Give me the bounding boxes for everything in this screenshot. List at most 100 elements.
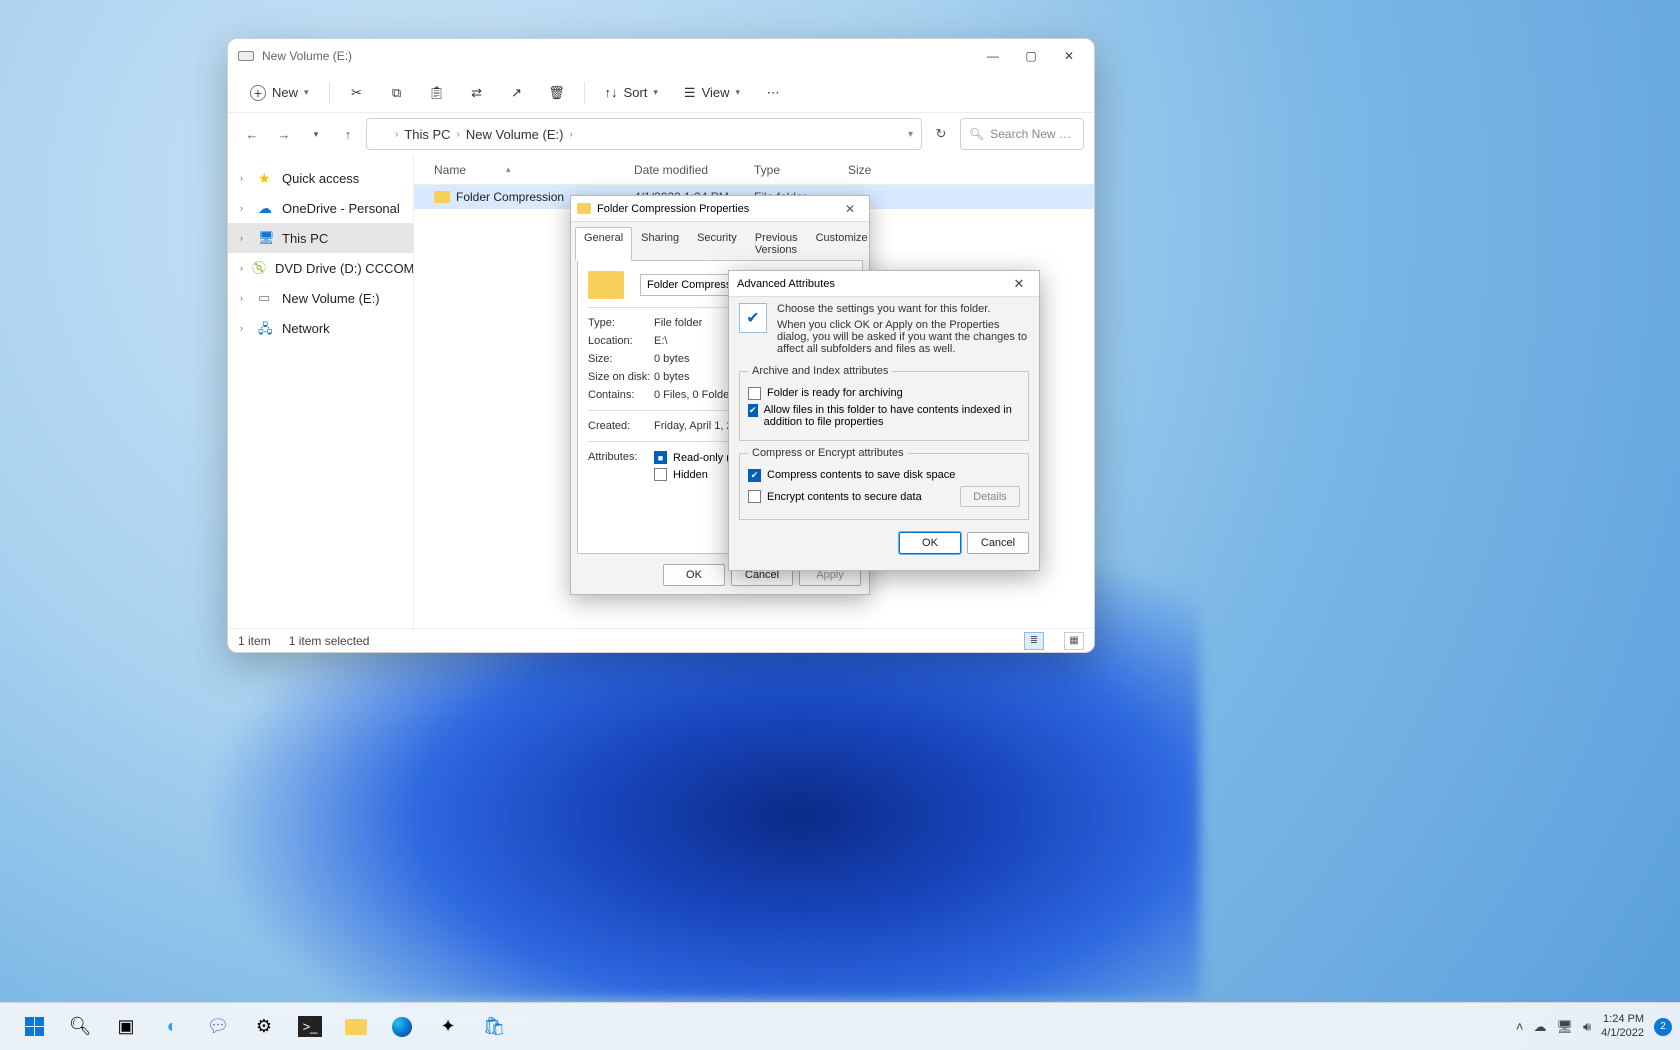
ok-button[interactable]: OK [663, 564, 725, 586]
notification-badge[interactable]: 2 [1654, 1018, 1672, 1036]
breadcrumb-this-pc[interactable]: This PC [404, 127, 450, 142]
label-contains: Contains: [588, 389, 654, 401]
hidden-checkbox[interactable] [654, 468, 667, 481]
sidebar-item-this-pc[interactable]: ›🖥︎This PC [228, 223, 413, 253]
volume-tray-icon[interactable]: 🔊︎ [1583, 1019, 1591, 1035]
sidebar-item-label: Quick access [282, 171, 359, 186]
sidebar-item-new-volume[interactable]: ›▭New Volume (E:) [228, 283, 413, 313]
column-type[interactable]: Type [754, 163, 848, 177]
column-size[interactable]: Size [848, 163, 908, 177]
tab-sharing[interactable]: Sharing [632, 227, 688, 261]
indexing-checkbox[interactable]: ✔ [748, 404, 758, 417]
minimize-button[interactable]: — [974, 42, 1012, 70]
pc-icon: 🖥︎ [258, 230, 274, 246]
advanced-attributes-dialog: Advanced Attributes ✕ ✔ Choose the setti… [728, 270, 1040, 571]
breadcrumb-current[interactable]: New Volume (E:) [466, 127, 564, 142]
properties-titlebar: Folder Compression Properties ✕ [571, 196, 869, 222]
refresh-button[interactable]: ↻ [926, 118, 956, 150]
recent-dropdown[interactable]: ▾ [302, 120, 330, 148]
compress-checkbox[interactable]: ✔ [748, 469, 761, 482]
up-button[interactable]: ↑ [334, 120, 362, 148]
tab-security[interactable]: Security [688, 227, 746, 261]
view-icon: ☰ [684, 85, 696, 101]
encrypt-label: Encrypt contents to secure data [767, 491, 960, 503]
sidebar-item-network[interactable]: ›🖧︎Network [228, 313, 413, 343]
sidebar-item-dvd[interactable]: ›💿︎DVD Drive (D:) CCCOMA_X64FR [228, 253, 413, 283]
properties-title: Folder Compression Properties [597, 203, 837, 215]
label-type: Type: [588, 317, 654, 329]
address-bar[interactable]: › This PC › New Volume (E:) › ▾ [366, 118, 922, 150]
column-date[interactable]: Date modified [634, 163, 754, 177]
tab-customize[interactable]: Customize [807, 227, 877, 261]
delete-button[interactable]: 🗑︎ [540, 78, 574, 108]
new-label: New [272, 85, 298, 100]
clock[interactable]: 1:24 PM 4/1/2022 [1601, 1013, 1644, 1039]
store-app[interactable]: 🛍︎ [474, 1007, 514, 1047]
forward-button[interactable]: → [270, 120, 298, 148]
view-button[interactable]: ☰ View ▾ [674, 78, 750, 108]
store-icon: 🛍︎ [483, 1016, 506, 1037]
chat-button[interactable]: 💬︎ [198, 1007, 238, 1047]
close-button[interactable]: ✕ [1007, 273, 1031, 295]
tab-previous-versions[interactable]: Previous Versions [746, 227, 807, 261]
widgets-icon: ◐ [167, 1016, 178, 1037]
new-button[interactable]: + New ▾ [240, 78, 319, 108]
encrypt-checkbox[interactable] [748, 490, 761, 503]
tab-general[interactable]: General [575, 227, 632, 261]
plus-icon: + [250, 85, 266, 101]
tray-overflow[interactable]: ˄ [1516, 1019, 1524, 1034]
paste-button[interactable]: 📋︎ [420, 78, 454, 108]
generic-app-icon: ✦ [440, 1016, 455, 1037]
details-view-button[interactable]: ≣ [1024, 632, 1044, 650]
task-view-icon: ▣ [117, 1016, 134, 1037]
sort-asc-icon: ▴ [506, 164, 511, 175]
column-name[interactable]: Name▴ [434, 163, 634, 177]
settings-app[interactable]: ⚙ [244, 1007, 284, 1047]
cancel-button[interactable]: Cancel [967, 532, 1029, 554]
search-button[interactable]: 🔍︎ [60, 1007, 100, 1047]
chevron-right-icon: › [395, 129, 398, 140]
edge-icon [392, 1017, 412, 1037]
share-button[interactable]: ↗ [500, 78, 534, 108]
back-button[interactable]: ← [238, 120, 266, 148]
maximize-button[interactable]: ▢ [1012, 42, 1050, 70]
folder-icon [434, 191, 450, 203]
close-button[interactable]: ✕ [1050, 42, 1088, 70]
address-dropdown[interactable]: ▾ [908, 129, 913, 140]
search-input[interactable]: 🔍︎ Search New Volu... [960, 118, 1084, 150]
readonly-checkbox[interactable]: ■ [654, 451, 667, 464]
close-button[interactable]: ✕ [837, 198, 863, 220]
more-button[interactable]: ⋯ [756, 78, 790, 108]
toolbar: + New ▾ ✂ ⧉ 📋︎ ⇄ ↗ 🗑︎ ↑↓ Sort ▾ ☰ View ▾… [228, 73, 1094, 113]
sidebar-item-quick-access[interactable]: ›★Quick access [228, 163, 413, 193]
tabs: General Sharing Security Previous Versio… [571, 222, 869, 260]
document-check-icon: ✔ [739, 303, 767, 333]
sidebar-item-onedrive[interactable]: ›☁OneDrive - Personal [228, 193, 413, 223]
drive-icon: ▭ [258, 290, 274, 306]
start-button[interactable] [14, 1007, 54, 1047]
view-label: View [702, 85, 730, 100]
advanced-titlebar: Advanced Attributes ✕ [729, 271, 1039, 297]
app-icon-1[interactable]: ✦ [428, 1007, 468, 1047]
onedrive-tray-icon[interactable]: ☁ [1533, 1019, 1546, 1035]
archiving-checkbox[interactable] [748, 387, 761, 400]
edge-app[interactable] [382, 1007, 422, 1047]
sort-button[interactable]: ↑↓ Sort ▾ [595, 78, 668, 108]
widgets-button[interactable]: ◐ [152, 1007, 192, 1047]
compress-label: Compress contents to save disk space [767, 469, 955, 481]
file-explorer-app[interactable] [336, 1007, 376, 1047]
copy-button[interactable]: ⧉ [380, 78, 414, 108]
tiles-view-button[interactable]: ▦ [1064, 632, 1084, 650]
cut-button[interactable]: ✂ [340, 78, 374, 108]
rename-button[interactable]: ⇄ [460, 78, 494, 108]
task-view-button[interactable]: ▣ [106, 1007, 146, 1047]
folder-icon-large [588, 271, 624, 299]
taskbar: 🔍︎ ▣ ◐ 💬︎ ⚙ >_ ✦ 🛍︎ ˄ ☁ 🖥︎ 🔊︎ 1:24 PM 4/… [0, 1002, 1680, 1050]
chevron-right-icon: › [240, 173, 250, 183]
hidden-label: Hidden [673, 469, 708, 481]
details-button: Details [960, 486, 1020, 507]
chevron-right-icon: › [240, 203, 250, 213]
ok-button[interactable]: OK [899, 532, 961, 554]
terminal-app[interactable]: >_ [290, 1007, 330, 1047]
network-tray-icon[interactable]: 🖥︎ [1556, 1019, 1573, 1035]
